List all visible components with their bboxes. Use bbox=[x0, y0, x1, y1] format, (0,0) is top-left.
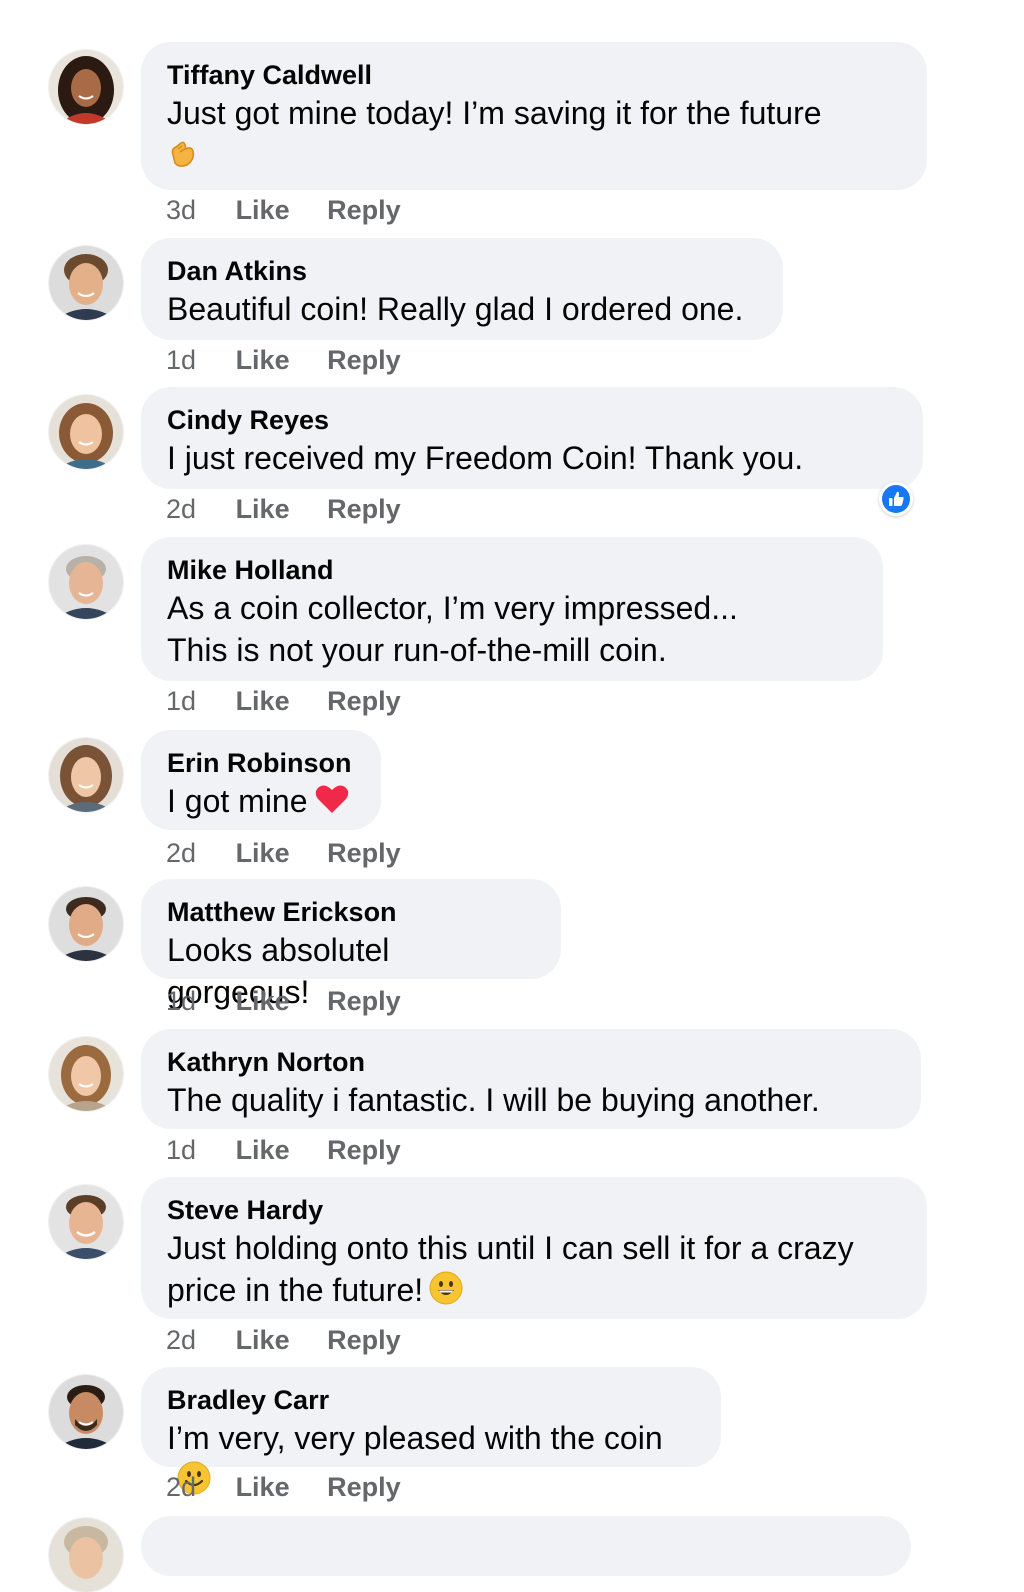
comment-line: price in the future! bbox=[167, 1272, 424, 1308]
comment-line: I’m very, very pleased with the coin bbox=[167, 1420, 663, 1456]
like-button[interactable]: Like bbox=[236, 985, 290, 1017]
comment-actions: 3d Like Reply bbox=[166, 194, 401, 226]
like-button[interactable]: Like bbox=[236, 837, 290, 869]
comment-bubble: Tiffany Caldwell Just got mine today! I’… bbox=[141, 42, 927, 190]
like-button[interactable]: Like bbox=[236, 493, 290, 525]
reply-button[interactable]: Reply bbox=[327, 685, 401, 717]
comment-line: As a coin collector, I’m very impressed.… bbox=[167, 590, 738, 626]
commenter-name[interactable]: Steve Hardy bbox=[167, 1193, 901, 1227]
avatar[interactable] bbox=[49, 395, 123, 469]
comment-time: 1d bbox=[166, 986, 197, 1016]
comment-actions: 1d Like Reply bbox=[166, 344, 401, 376]
comment-text: As a coin collector, I’m very impressed.… bbox=[167, 587, 857, 671]
comment-actions: 2d Like Reply bbox=[166, 837, 401, 869]
comment-time: 1d bbox=[166, 1135, 197, 1165]
commenter-name[interactable]: Mike Holland bbox=[167, 553, 857, 587]
comment-text: Beautiful coin! Really glad I ordered on… bbox=[167, 291, 744, 327]
comment-text: Just got mine today! I’m saving it for t… bbox=[167, 92, 901, 179]
comment-line: Just got mine today! I’m saving it for t… bbox=[167, 95, 822, 131]
reply-button[interactable]: Reply bbox=[327, 344, 401, 376]
comment-actions: 1d Like Reply bbox=[166, 1134, 401, 1166]
comment-text: The quality i fantastic. I will be buyin… bbox=[167, 1082, 820, 1118]
comment-bubble: Erin Robinson I got mine bbox=[141, 730, 381, 830]
like-button[interactable]: Like bbox=[236, 194, 290, 226]
comment-bubble: Steve Hardy Just holding onto this until… bbox=[141, 1177, 927, 1319]
comment-time: 3d bbox=[166, 195, 197, 225]
commenter-name[interactable]: Cindy Reyes bbox=[167, 403, 897, 437]
reply-button[interactable]: Reply bbox=[327, 1324, 401, 1356]
comment-actions: 2d Like Reply bbox=[166, 1471, 401, 1503]
avatar[interactable] bbox=[49, 887, 123, 961]
commenter-name[interactable]: Dan Atkins bbox=[167, 254, 757, 288]
reply-button[interactable]: Reply bbox=[327, 493, 401, 525]
comment-time: 1d bbox=[166, 686, 197, 716]
like-button[interactable]: Like bbox=[236, 344, 290, 376]
avatar[interactable] bbox=[49, 1518, 123, 1592]
like-button[interactable]: Like bbox=[236, 1471, 290, 1503]
comment-bubble: Bradley Carr I’m very, very pleased with… bbox=[141, 1367, 721, 1495]
comment-line: I got mine bbox=[167, 783, 308, 819]
commenter-name[interactable]: Bradley Carr bbox=[167, 1383, 695, 1417]
like-button[interactable]: Like bbox=[236, 1324, 290, 1356]
comment-text: I just received my Freedom Coin! Thank y… bbox=[167, 440, 804, 476]
reply-button[interactable]: Reply bbox=[327, 194, 401, 226]
avatar[interactable] bbox=[49, 50, 123, 124]
clapping-hand-icon bbox=[167, 137, 199, 179]
grinning-face-icon bbox=[429, 1271, 463, 1315]
avatar[interactable] bbox=[49, 1375, 123, 1449]
comment-actions: 2d Like Reply bbox=[166, 1324, 401, 1356]
comment-bubble: Cindy Reyes I just received my Freedom C… bbox=[141, 387, 923, 489]
comment-time: 2d bbox=[166, 494, 197, 524]
comment-actions: 1d Like Reply bbox=[166, 685, 401, 717]
comment-bubble: Matthew Erickson Looks absolutel gorgeou… bbox=[141, 879, 561, 1010]
commenter-name[interactable]: Tiffany Caldwell bbox=[167, 58, 901, 92]
avatar[interactable] bbox=[49, 738, 123, 812]
avatar[interactable] bbox=[49, 545, 123, 619]
comment-bubble: Mike Holland As a coin collector, I’m ve… bbox=[141, 537, 883, 681]
comment-bubble: Kathryn Norton The quality i fantastic. … bbox=[141, 1029, 921, 1129]
comment-time: 2d bbox=[166, 1472, 197, 1502]
avatar[interactable] bbox=[49, 246, 123, 320]
comment-actions: 2d Like Reply bbox=[166, 493, 401, 525]
comment-time: 2d bbox=[166, 838, 197, 868]
comment-text: I got mine bbox=[167, 780, 355, 825]
avatar[interactable] bbox=[49, 1037, 123, 1111]
reply-button[interactable]: Reply bbox=[327, 1134, 401, 1166]
comment-time: 2d bbox=[166, 1325, 197, 1355]
comment-actions: 1d Like Reply bbox=[166, 985, 401, 1017]
avatar[interactable] bbox=[49, 1185, 123, 1259]
like-button[interactable]: Like bbox=[236, 685, 290, 717]
commenter-name[interactable]: Matthew Erickson bbox=[167, 895, 535, 929]
comment-line: Just holding onto this until I can sell … bbox=[167, 1230, 854, 1266]
reply-button[interactable]: Reply bbox=[327, 985, 401, 1017]
commenter-name[interactable]: Kathryn Norton bbox=[167, 1045, 895, 1079]
thumbs-up-icon[interactable] bbox=[879, 482, 913, 516]
comment-time: 1d bbox=[166, 345, 197, 375]
comment-bubble: Dan Atkins Beautiful coin! Really glad I… bbox=[141, 238, 783, 340]
comment-text: Just holding onto this until I can sell … bbox=[167, 1227, 901, 1315]
red-heart-icon bbox=[314, 783, 350, 825]
comment-bubble bbox=[141, 1516, 911, 1576]
reply-button[interactable]: Reply bbox=[327, 837, 401, 869]
comment-line: This is not your run-of-the-mill coin. bbox=[167, 632, 667, 668]
like-button[interactable]: Like bbox=[236, 1134, 290, 1166]
reply-button[interactable]: Reply bbox=[327, 1471, 401, 1503]
commenter-name[interactable]: Erin Robinson bbox=[167, 746, 355, 780]
